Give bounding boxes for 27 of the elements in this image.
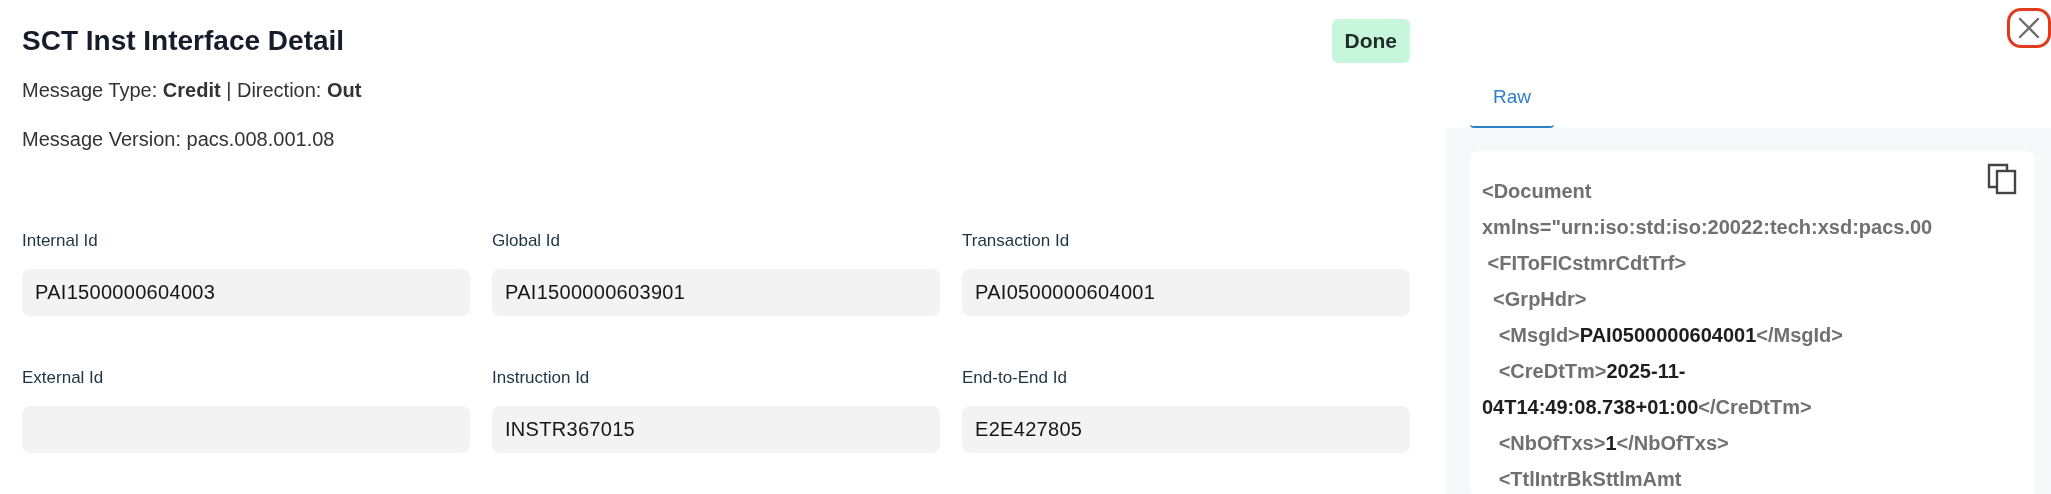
meta-text: Message Version: pacs.008.001.08 [22,128,336,151]
input-field[interactable]: PAI1500000604003 [22,269,470,316]
code-line: <MsgId>PAI0500000604001</MsgId> [1497,323,1843,348]
close-button[interactable] [2007,8,2051,48]
code-line: 04T14:49:08.738+01:00</CreDtTm> [1482,395,1812,420]
input-field[interactable]: INSTR367015 [492,406,940,453]
field-label: Internal Id [22,231,99,252]
close-icon [2016,15,2042,41]
field-label: Transaction Id [962,231,1071,252]
code-line: <NbOfTxs>1</NbOfTxs> [1497,431,1729,456]
meta-text: Message Type: Credit | Direction: Out [22,79,363,102]
input-field[interactable]: E2E427805 [962,406,1410,453]
status-badge: Done [1331,19,1410,63]
field-label: External Id [22,368,105,389]
input-field[interactable]: PAI1500000603901 [492,269,940,316]
input-field[interactable]: PAI0500000604001 [962,269,1410,316]
code-line: <CreDtTm>2025-11- [1497,359,1686,384]
code-line: <FIToFICstmrCdtTrf> [1486,251,1687,276]
field-label: End-to-End Id [962,368,1068,389]
field-label: Instruction Id [492,368,591,389]
code-line: <GrpHdr> [1492,287,1587,312]
dialog-title: SCT Inst Interface Detail [22,25,345,57]
code-line: <TtlIntrBkSttlmAmt [1497,467,1682,492]
copy-icon[interactable] [1987,163,2017,195]
field-label: Global Id [492,231,562,252]
code-line: xmlns="urn:iso:std:iso:20022:tech:xsd:pacs.00 [1482,215,1933,240]
code-line: <Document [1482,179,1592,204]
